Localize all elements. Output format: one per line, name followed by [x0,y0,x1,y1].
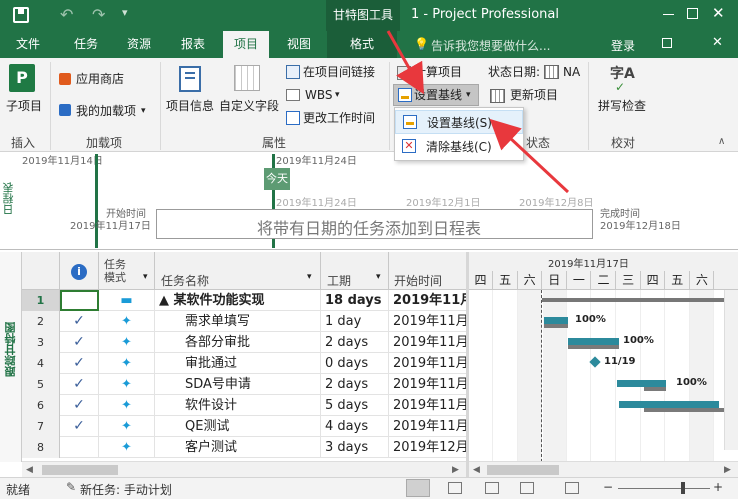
zoom-in-icon[interactable]: + [713,480,723,494]
zoom-out-icon[interactable]: − [603,480,613,494]
zoom-slider-thumb[interactable] [681,482,685,494]
view-network-icon[interactable] [485,482,499,494]
view-report-icon[interactable] [565,482,579,494]
ready-status: 就绪 [6,483,31,497]
annotation-arrows [386,30,570,194]
arrow-to-set-baseline [386,30,424,95]
status-bar: 就绪 ✎ 新任务: 手动计划 − + [0,477,738,499]
view-taskusage-icon[interactable] [448,482,462,494]
zoom-slider[interactable] [618,488,710,489]
view-resource-icon[interactable] [520,482,534,494]
new-task-mode[interactable]: 新任务: 手动计划 [80,481,172,498]
pin-icon: ✎ [66,480,77,494]
arrow-to-menu-item [489,118,570,194]
view-gantt-icon[interactable] [406,479,430,497]
